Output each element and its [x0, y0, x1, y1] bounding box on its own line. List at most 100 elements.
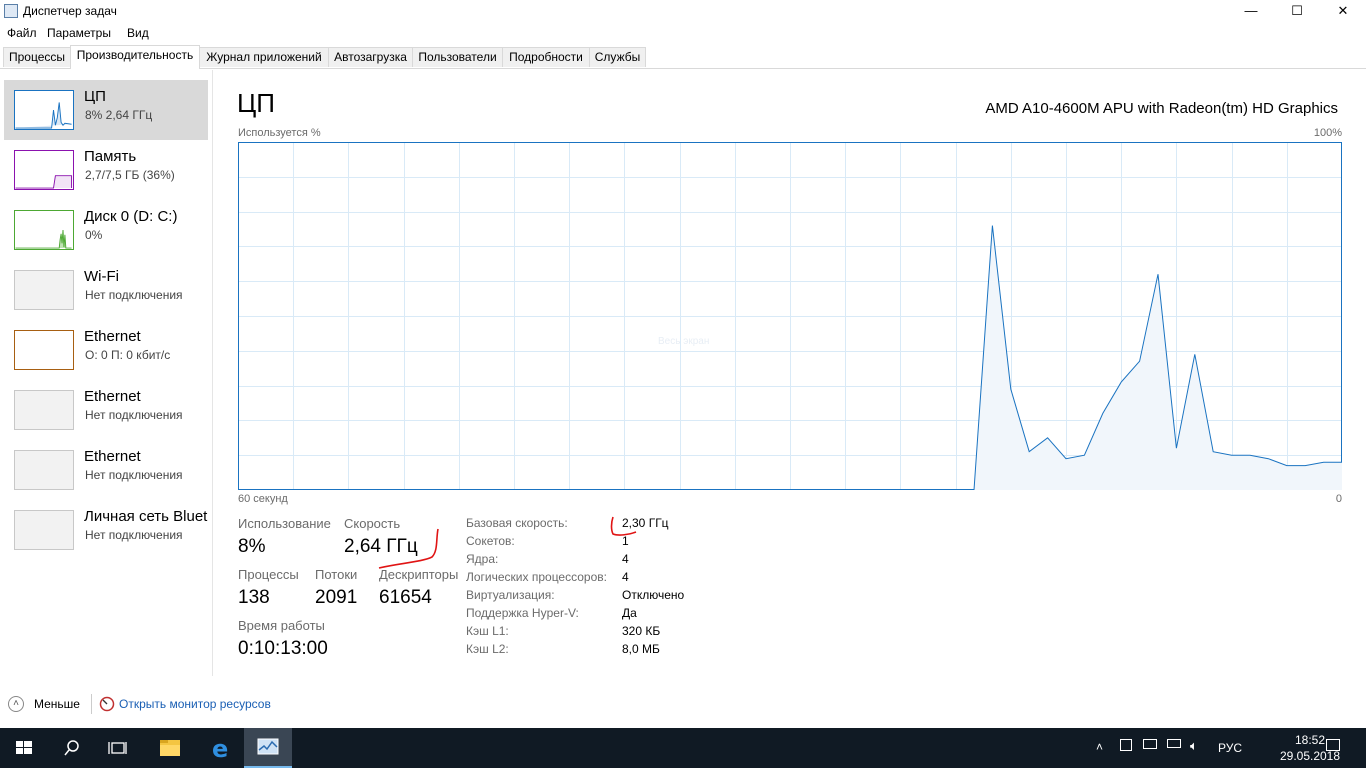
menu-bar: Файл Параметры Вид — [0, 23, 1366, 43]
language-indicator[interactable]: РУС — [1218, 741, 1242, 755]
search-button[interactable] — [48, 728, 96, 768]
detail-label: Виртуализация: — [466, 588, 555, 602]
windows-logo-icon — [16, 741, 32, 754]
graph-y-axis-label: Используется % — [238, 127, 321, 139]
sidebar-item-wifi[interactable]: Wi-Fi Нет подключения — [4, 260, 208, 320]
handles-value: 61654 — [379, 587, 432, 608]
cpu-usage-graph: Весь экран — [238, 142, 1342, 490]
network-icon[interactable] — [1143, 739, 1157, 749]
memory-mini-graph — [14, 150, 74, 190]
menu-options[interactable]: Параметры — [47, 26, 111, 40]
page-title: ЦП — [237, 88, 275, 118]
detail-value: 8,0 МБ — [622, 642, 660, 656]
sidebar-item-ethernet-2[interactable]: Ethernet Нет подключения — [4, 380, 208, 440]
red-annotation-underline — [378, 528, 439, 569]
detail-value: 4 — [622, 570, 629, 584]
ethernet-mini-graph — [14, 390, 74, 430]
detail-label: Кэш L1: — [466, 624, 509, 638]
detail-label: Сокетов: — [466, 534, 515, 548]
volume-icon[interactable]: 🔈︎ — [1190, 738, 1198, 754]
battery-icon[interactable] — [1167, 739, 1181, 748]
minimize-button[interactable]: — — [1228, 0, 1274, 23]
detail-label: Кэш L2: — [466, 642, 509, 656]
tab-details[interactable]: Подробности — [502, 47, 590, 67]
tab-strip: Процессы Производительность Журнал прило… — [0, 45, 1366, 69]
resource-sidebar: ЦП 8% 2,64 ГГц Память 2,7/7,5 ГБ (36%) Д… — [0, 70, 213, 676]
svg-text:e: e — [212, 735, 228, 763]
sidebar-item-disk[interactable]: Диск 0 (D: C:) 0% — [4, 200, 208, 260]
sidebar-item-memory[interactable]: Память 2,7/7,5 ГБ (36%) — [4, 140, 208, 200]
edge-icon: e — [212, 735, 228, 763]
usage-label: Использование — [238, 516, 331, 531]
sidebar-item-title: Личная сеть Bluet — [84, 508, 208, 525]
sidebar-item-ethernet-1[interactable]: Ethernet О: 0 П: 0 кбит/с — [4, 320, 208, 380]
close-button[interactable]: ✕ — [1320, 0, 1366, 23]
detail-value: Отключено — [622, 588, 685, 602]
search-icon — [64, 740, 79, 756]
graph-x-left-label: 60 секунд — [238, 493, 288, 505]
tab-startup[interactable]: Автозагрузка — [328, 47, 413, 67]
cpu-mini-graph — [14, 90, 74, 130]
sidebar-item-title: Ethernet — [84, 388, 141, 405]
task-view-button[interactable] — [96, 728, 144, 768]
chevron-up-icon[interactable]: ˄ — [8, 696, 24, 712]
processes-value: 138 — [238, 587, 270, 608]
sidebar-item-subtitle: 0% — [85, 228, 103, 242]
tab-app-history[interactable]: Журнал приложений — [199, 47, 329, 67]
sidebar-item-title: Ethernet — [84, 328, 141, 345]
ethernet-mini-graph — [14, 330, 74, 370]
tab-services[interactable]: Службы — [589, 47, 646, 67]
task-manager-icon — [257, 738, 279, 755]
detail-label: Логических процессоров: — [466, 570, 607, 584]
sidebar-item-title: Wi-Fi — [84, 268, 119, 285]
resource-monitor-icon — [99, 696, 115, 712]
start-button[interactable] — [0, 728, 48, 768]
edge-browser-button[interactable]: e — [196, 728, 244, 768]
title-bar: Диспетчер задач — ☐ ✕ — [0, 0, 1366, 23]
sidebar-item-title: Ethernet — [84, 448, 141, 465]
menu-file[interactable]: Файл — [7, 26, 37, 40]
sidebar-item-subtitle: О: 0 П: 0 кбит/с — [85, 348, 171, 362]
task-manager-app-icon — [4, 4, 18, 18]
sidebar-item-subtitle: 8% 2,64 ГГц — [85, 108, 153, 122]
cpu-model-name: AMD A10-4600M APU with Radeon(tm) HD Gra… — [985, 100, 1338, 117]
tab-users[interactable]: Пользователи — [412, 47, 503, 67]
sidebar-item-title: Память — [84, 148, 137, 165]
window-title: Диспетчер задач — [23, 4, 117, 18]
chevron-up-icon[interactable]: ˄ — [1096, 740, 1103, 754]
file-explorer-button[interactable] — [146, 728, 194, 768]
footer-divider — [91, 694, 92, 714]
disk-mini-graph — [14, 210, 74, 250]
uptime-label: Время работы — [238, 618, 325, 633]
sidebar-item-subtitle: Нет подключения — [85, 408, 183, 422]
notifications-icon[interactable] — [1326, 739, 1340, 751]
sidebar-item-subtitle: 2,7/7,5 ГБ (36%) — [85, 168, 175, 182]
sidebar-item-ethernet-3[interactable]: Ethernet Нет подключения — [4, 440, 208, 500]
menu-view[interactable]: Вид — [127, 26, 149, 40]
detail-value: 4 — [622, 552, 629, 566]
sidebar-item-bluetooth[interactable]: Личная сеть Bluet Нет подключения — [4, 500, 208, 560]
task-manager-taskbar-button[interactable] — [244, 728, 292, 768]
detail-value: Да — [622, 606, 637, 620]
folder-icon — [160, 740, 180, 756]
detail-value: 2,30 ГГц — [622, 516, 669, 530]
detail-label: Базовая скорость: — [466, 516, 568, 530]
clock-date[interactable]: 29.05.2018 — [1270, 749, 1350, 763]
ethernet-mini-graph — [14, 450, 74, 490]
maximize-button[interactable]: ☐ — [1274, 0, 1320, 23]
processes-label: Процессы — [238, 567, 299, 582]
taskbar: e ˄ 🔈︎ РУС 18:52 29.05.2018 — [0, 728, 1366, 768]
detail-value: 320 КБ — [622, 624, 661, 638]
open-resource-monitor-link[interactable]: Открыть монитор ресурсов — [119, 697, 271, 711]
fewer-details-button[interactable]: Меньше — [34, 697, 80, 711]
sidebar-item-title: ЦП — [84, 88, 106, 105]
sidebar-item-subtitle: Нет подключения — [85, 468, 183, 482]
detail-label: Поддержка Hyper-V: — [466, 606, 579, 620]
uptime-value: 0:10:13:00 — [238, 638, 328, 659]
sidebar-item-cpu[interactable]: ЦП 8% 2,64 ГГц — [4, 80, 208, 140]
sidebar-item-subtitle: Нет подключения — [85, 528, 183, 542]
tab-processes[interactable]: Процессы — [3, 47, 71, 67]
detail-label: Ядра: — [466, 552, 499, 566]
tab-performance[interactable]: Производительность — [70, 45, 200, 69]
action-center-tray-icon[interactable] — [1120, 739, 1132, 751]
